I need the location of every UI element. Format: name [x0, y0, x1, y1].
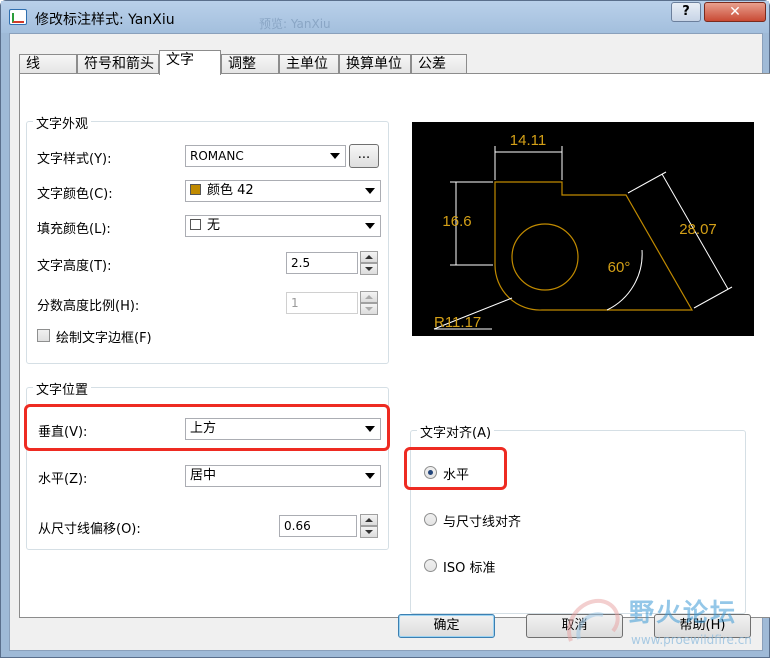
fill-color-value: 无: [207, 218, 221, 233]
tab-fit[interactable]: 调整: [221, 54, 279, 74]
preview-dim-right-label: 28.07: [679, 221, 717, 238]
preview-part-outline: [494, 181, 694, 311]
horizontal-position-value: 居中: [190, 468, 217, 483]
chevron-down-icon: [365, 223, 375, 229]
dialog-body: 线 符号和箭头 文字 调整 主单位 换算单位 公差 文字外观 文字样式(Y): …: [9, 33, 770, 651]
watermark-text: 野火论坛: [629, 598, 738, 627]
watermark-url: www.proewildfire.cn: [631, 633, 752, 647]
ok-button[interactable]: 确定: [398, 614, 495, 638]
align-iso-radio[interactable]: [424, 559, 437, 572]
chevron-down-icon: [330, 153, 340, 159]
help-title-button[interactable]: ?: [671, 2, 701, 22]
text-color-value: 颜色 42: [207, 183, 254, 198]
preview-dim-left-label: 16.6: [442, 213, 471, 230]
preview-ext-line-slant-top: [627, 171, 667, 194]
align-with-dimline-radio[interactable]: [424, 513, 437, 526]
preview-dim-radius-label: R11.17: [434, 314, 481, 331]
window-title-shadow: 预览: YanXiu: [259, 17, 331, 31]
window-title: 修改标注样式: YanXiu: [35, 12, 175, 28]
preview-dim-top-label: 14.11: [510, 132, 546, 149]
text-style-value: ROMANC: [190, 149, 244, 163]
preview-hole-circle: [511, 223, 579, 291]
title-bar[interactable]: 修改标注样式: YanXiu 预览: YanXiu ? ✕: [1, 1, 769, 33]
dimension-preview: 14.11 16.6 28.07 60° R11.17: [412, 122, 754, 336]
spin-down-icon: [360, 303, 378, 315]
text-appearance-title: 文字外观: [33, 113, 92, 132]
autocad-app-icon: [9, 9, 27, 25]
spin-up-icon[interactable]: [360, 251, 378, 263]
text-height-spinner[interactable]: [360, 251, 378, 275]
text-height-input[interactable]: 2.5: [286, 252, 358, 274]
draw-frame-label: 绘制文字边框(F): [56, 331, 152, 346]
offset-input[interactable]: 0.66: [279, 515, 357, 537]
horizontal-label: 水平(Z):: [38, 472, 88, 487]
tab-symbols-arrows[interactable]: 符号和箭头: [77, 54, 159, 74]
fill-color-label: 填充颜色(L):: [37, 222, 111, 237]
offset-spinner[interactable]: [360, 514, 378, 538]
tab-lines[interactable]: 线: [19, 54, 77, 74]
offset-label: 从尺寸线偏移(O):: [38, 522, 141, 537]
preview-dim-angle-label: 60°: [608, 259, 631, 276]
wildfire-logo-icon: [567, 598, 620, 642]
align-horizontal-radio[interactable]: [424, 466, 437, 479]
spin-up-icon[interactable]: [360, 514, 378, 526]
fraction-scale-input: 1: [286, 292, 358, 314]
align-with-dimline-label[interactable]: 与尺寸线对齐: [443, 511, 521, 530]
vertical-label: 垂直(V):: [38, 425, 88, 440]
vertical-position-dropdown[interactable]: 上方: [185, 418, 381, 440]
dialog-window: 修改标注样式: YanXiu 预览: YanXiu ? ✕ 线 符号和箭头 文字…: [0, 0, 770, 658]
chevron-down-icon: [365, 188, 375, 194]
chevron-down-icon: [365, 473, 375, 479]
vertical-position-value: 上方: [190, 421, 217, 436]
text-color-label: 文字颜色(C):: [37, 187, 113, 202]
spin-down-icon[interactable]: [360, 263, 378, 275]
chevron-down-icon: [365, 426, 375, 432]
preview-drawing: 14.11 16.6 28.07 60° R11.17: [433, 132, 733, 331]
text-style-dropdown[interactable]: ROMANC: [185, 145, 346, 167]
spin-down-icon[interactable]: [360, 526, 378, 538]
draw-frame-checkbox[interactable]: [37, 329, 50, 342]
tab-alternate-units[interactable]: 换算单位: [339, 54, 411, 74]
horizontal-position-dropdown[interactable]: 居中: [185, 465, 381, 487]
text-color-dropdown[interactable]: 颜色 42: [185, 180, 381, 202]
text-style-label: 文字样式(Y):: [37, 152, 112, 167]
align-horizontal-label[interactable]: 水平: [443, 464, 469, 483]
close-button[interactable]: ✕: [704, 2, 766, 22]
color-swatch-icon: [190, 184, 201, 195]
forum-watermark: 野火论坛 www.proewildfire.cn: [561, 591, 766, 653]
text-tab-panel: 文字外观 文字样式(Y): ROMANC ... 文字颜色(C): 颜色 42 …: [19, 73, 770, 618]
fraction-scale-spinner: [360, 291, 378, 315]
text-placement-title: 文字位置: [33, 379, 92, 398]
text-alignment-title: 文字对齐(A): [417, 422, 495, 441]
align-iso-label[interactable]: ISO 标准: [443, 557, 495, 576]
fill-color-dropdown[interactable]: 无: [185, 215, 381, 237]
preview-ext-line-slant-bottom: [693, 286, 733, 309]
fraction-scale-label: 分数高度比例(H):: [37, 299, 140, 314]
tab-text[interactable]: 文字: [159, 50, 221, 75]
spin-up-icon: [360, 291, 378, 303]
empty-swatch-icon: [190, 219, 201, 230]
text-height-label: 文字高度(T):: [37, 259, 112, 274]
tab-primary-units[interactable]: 主单位: [279, 54, 339, 74]
tab-tolerances[interactable]: 公差: [411, 54, 467, 74]
text-style-browse-button[interactable]: ...: [349, 144, 379, 168]
